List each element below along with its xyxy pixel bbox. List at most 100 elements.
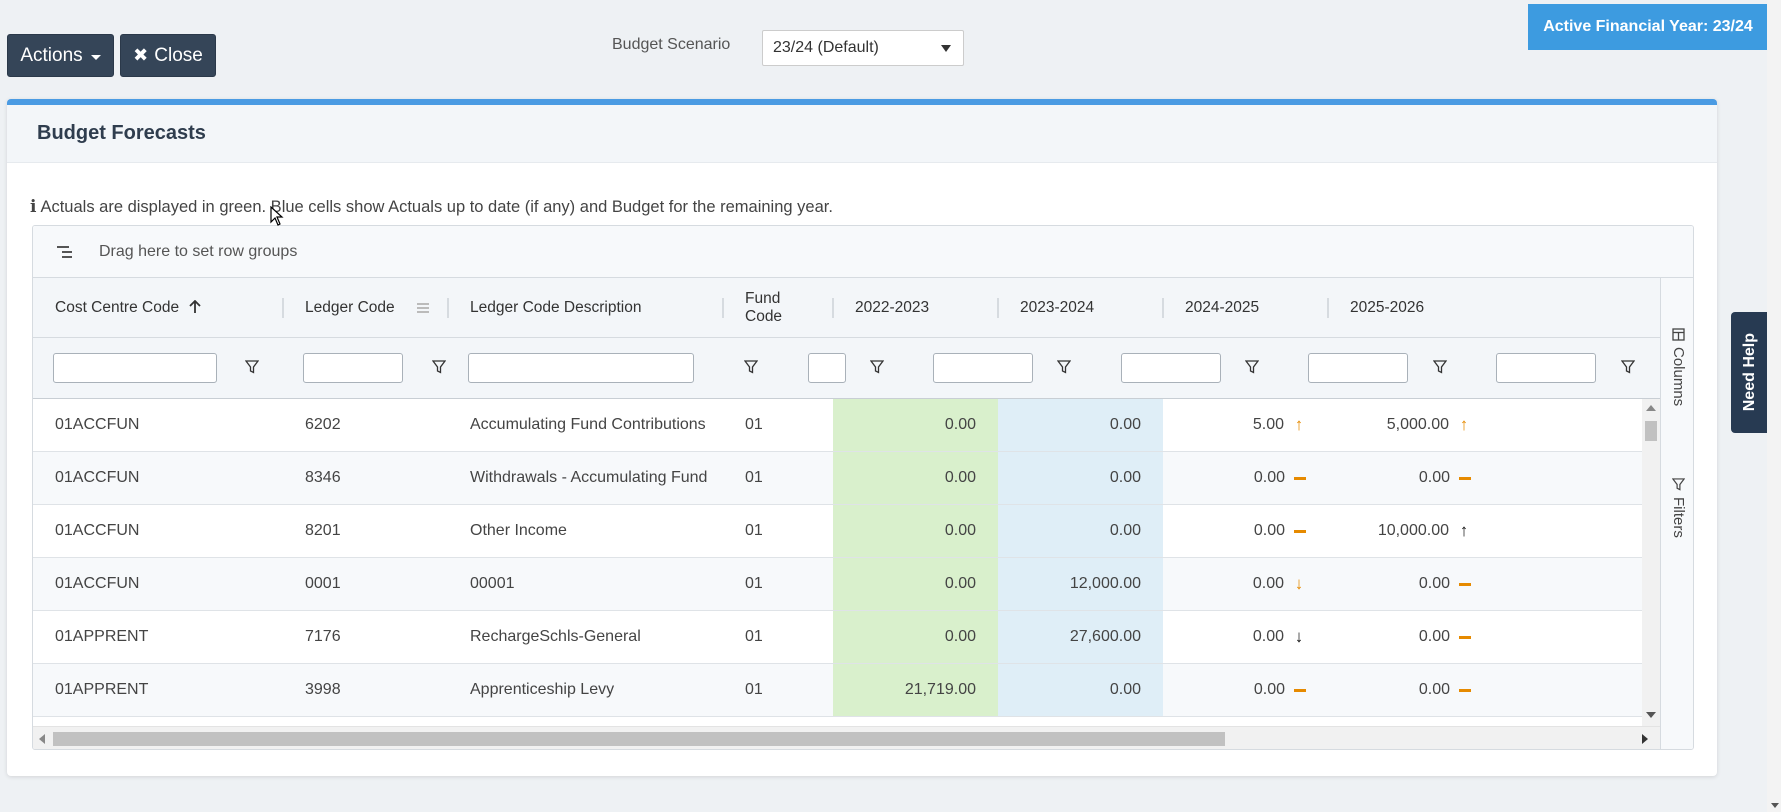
cell-2023-2024[interactable]: 12,000.00 [998, 558, 1163, 610]
cell-2023-2024[interactable]: 0.00 [998, 399, 1163, 451]
cell-2022-2023[interactable]: 0.00 [833, 505, 998, 557]
scroll-down-icon[interactable] [1646, 712, 1656, 718]
cell-fund-code[interactable]: 01 [723, 611, 833, 663]
cell-2024-2025[interactable]: 0.00 ↓ [1163, 611, 1328, 663]
cell-ledger-code[interactable]: 6202 [283, 399, 448, 451]
cell-2022-2023[interactable]: 0.00 [833, 558, 998, 610]
cell-cost-centre[interactable]: 01ACCFUN [33, 452, 283, 504]
cell-2024-2025[interactable]: 0.00 [1163, 664, 1328, 716]
filter-icon[interactable] [1245, 360, 1259, 374]
cell-2023-2024[interactable]: 0.00 [998, 505, 1163, 557]
cell-2022-2023[interactable]: 0.00 [833, 452, 998, 504]
table-row[interactable]: 01ACCFUN 8201 Other Income 01 0.00 0.00 0.00 10… [33, 505, 1660, 558]
budget-forecasts-panel: Budget Forecasts i Actuals are displayed… [7, 99, 1717, 776]
cell-ledger-code[interactable]: 8346 [283, 452, 448, 504]
page-scroll-down-icon[interactable] [1771, 803, 1779, 808]
scroll-up-icon[interactable] [1646, 405, 1656, 411]
table-row[interactable]: 01ACCFUN 6202 Accumulating Fund Contributi… [33, 399, 1660, 452]
scroll-left-icon[interactable] [39, 734, 45, 744]
cell-fund-code[interactable]: 01 [723, 664, 833, 716]
cell-ledger-description[interactable]: Accumulating Fund Contributions [448, 399, 723, 451]
filter-icon[interactable] [245, 360, 259, 374]
filter-icon[interactable] [432, 360, 446, 374]
column-header-ledger-description[interactable]: Ledger Code Description [448, 278, 723, 338]
cell-2024-2025[interactable]: 0.00 [1163, 452, 1328, 504]
cell-2025-2026[interactable]: 10,000.00 ↑ [1328, 505, 1493, 557]
cell-cost-centre[interactable]: 01ACCFUN [33, 399, 283, 451]
column-header-cost-centre[interactable]: Cost Centre Code [33, 278, 283, 338]
cell-2025-2026[interactable]: 0.00 [1328, 664, 1493, 716]
filter-input-ledger-description[interactable] [468, 353, 694, 383]
cell-2024-2025[interactable]: 0.00 [1163, 505, 1328, 557]
cell-fund-code[interactable]: 01 [723, 452, 833, 504]
table-row[interactable]: 01ACCFUN 0001 00001 01 0.00 12,000.00 0.00 ↓ 0.0… [33, 558, 1660, 611]
cell-fund-code[interactable]: 01 [723, 558, 833, 610]
column-header-fund-code[interactable]: Fund Code [723, 278, 833, 338]
cell-ledger-description[interactable]: RechargeSchls-General [448, 611, 723, 663]
cell-ledger-code[interactable]: 3998 [283, 664, 448, 716]
cell-value: 0.00 [1418, 628, 1450, 645]
cell-2023-2024[interactable]: 0.00 [998, 664, 1163, 716]
cell-ledger-description[interactable]: Apprenticeship Levy [448, 664, 723, 716]
filter-icon[interactable] [744, 360, 758, 374]
horizontal-scrollbar[interactable] [33, 726, 1660, 749]
filter-input-2022-2023[interactable] [933, 353, 1033, 383]
filter-input-fund-code[interactable] [808, 353, 846, 383]
filter-icon[interactable] [1057, 360, 1071, 374]
budget-scenario-label: Budget Scenario [612, 36, 731, 53]
budget-scenario-select[interactable]: 23/24 (Default) [762, 30, 964, 66]
row-group-drop-zone[interactable]: Drag here to set row groups [33, 226, 1693, 278]
cell-2024-2025[interactable]: 5.00 ↑ [1163, 399, 1328, 451]
filters-tool-tab[interactable]: Filters [1661, 478, 1693, 538]
column-menu-icon[interactable] [417, 303, 429, 313]
table-row[interactable]: 01ACCFUN 8346 Withdrawals - Accumulating F… [33, 452, 1660, 505]
filter-icon[interactable] [870, 360, 884, 374]
cell-2022-2023[interactable]: 0.00 [833, 611, 998, 663]
cell-cost-centre[interactable]: 01APPRENT [33, 664, 283, 716]
close-button[interactable]: ✖ Close [120, 34, 216, 77]
cell-cost-centre[interactable]: 01ACCFUN [33, 558, 283, 610]
cell-ledger-code[interactable]: 0001 [283, 558, 448, 610]
cell-2024-2025[interactable]: 0.00 ↓ [1163, 558, 1328, 610]
filter-input-ledger-code[interactable] [303, 353, 403, 383]
column-header-2024-2025[interactable]: 2024-2025 [1163, 278, 1328, 338]
cell-cost-centre[interactable]: 01ACCFUN [33, 505, 283, 557]
filter-input-2024-2025[interactable] [1308, 353, 1408, 383]
filter-input-2025-2026[interactable] [1496, 353, 1596, 383]
filter-icon[interactable] [1433, 360, 1447, 374]
cell-cost-centre[interactable]: 01APPRENT [33, 611, 283, 663]
table-row[interactable]: 01APPRENT 3998 Apprenticeship Levy 01 21,719… [33, 664, 1660, 717]
table-row[interactable]: 01APPRENT 7176 RechargeSchls-General 01 0.00… [33, 611, 1660, 664]
cell-2025-2026[interactable]: 0.00 [1328, 611, 1493, 663]
cell-ledger-code[interactable]: 8201 [283, 505, 448, 557]
actions-button[interactable]: Actions [7, 34, 114, 77]
cell-2023-2024[interactable]: 0.00 [998, 452, 1163, 504]
column-header-2025-2026[interactable]: 2025-2026 [1328, 278, 1493, 338]
cell-ledger-description[interactable]: 00001 [448, 558, 723, 610]
cell-2023-2024[interactable]: 27,600.00 [998, 611, 1163, 663]
cell-fund-code[interactable]: 01 [723, 505, 833, 557]
cell-2025-2026[interactable]: 5,000.00 ↑ [1328, 399, 1493, 451]
cell-2025-2026[interactable]: 0.00 [1328, 452, 1493, 504]
cell-fund-code[interactable]: 01 [723, 399, 833, 451]
column-header-2023-2024[interactable]: 2023-2024 [998, 278, 1163, 338]
scrollbar-thumb[interactable] [1645, 421, 1657, 441]
column-header-2022-2023[interactable]: 2022-2023 [833, 278, 998, 338]
cell-ledger-code[interactable]: 7176 [283, 611, 448, 663]
columns-tool-tab[interactable]: Columns [1661, 328, 1693, 407]
cell-2022-2023[interactable]: 21,719.00 [833, 664, 998, 716]
scroll-right-icon[interactable] [1642, 734, 1648, 744]
vertical-scrollbar[interactable] [1642, 399, 1660, 726]
cell-ledger-description[interactable]: Withdrawals - Accumulating Fund [448, 452, 723, 504]
filter-icon[interactable] [1621, 360, 1635, 374]
cell-ledger-description[interactable]: Other Income [448, 505, 723, 557]
filter-input-cost-centre[interactable] [53, 353, 217, 383]
page-scrollbar[interactable] [1767, 0, 1781, 812]
need-help-button[interactable]: Need Help [1731, 312, 1769, 433]
cell-2025-2026[interactable]: 0.00 [1328, 558, 1493, 610]
scrollbar-thumb[interactable] [53, 732, 1225, 746]
filter-input-2023-2024[interactable] [1121, 353, 1221, 383]
cell-2022-2023[interactable]: 0.00 [833, 399, 998, 451]
columns-tab-label: Columns [1670, 347, 1687, 407]
sort-up-icon[interactable] [189, 298, 201, 319]
